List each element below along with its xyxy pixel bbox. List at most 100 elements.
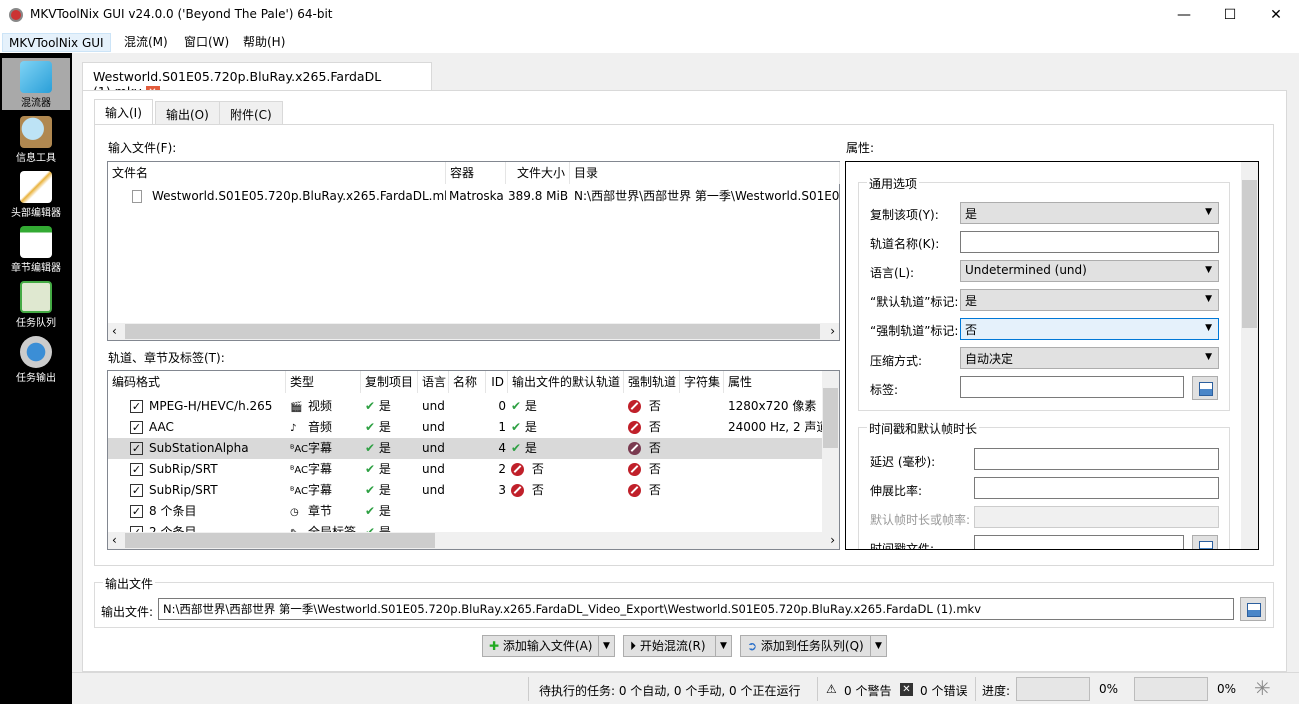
spinner-icon: ✳ bbox=[1254, 676, 1271, 700]
file-row[interactable]: Westworld.S01E05.720p.BluRay.x265.FardaD… bbox=[108, 186, 839, 207]
tags-input[interactable] bbox=[960, 376, 1184, 398]
start-mux-button[interactable]: ⏵ 开始混流(R) ▼ bbox=[623, 635, 732, 657]
column-header[interactable]: 强制轨道 bbox=[624, 371, 680, 393]
add-input-files-button[interactable]: ✚ 添加输入文件(A) ▼ bbox=[482, 635, 615, 657]
clipboard-check-icon bbox=[20, 281, 52, 313]
delay-input[interactable] bbox=[974, 448, 1219, 470]
tracks-list[interactable]: 编码格式 类型 复制项目 语言 名称 ID 输出文件的默认轨道 强制轨道 字符集 属性 ✓ MPEG… bbox=[107, 370, 840, 550]
horizontal-scrollbar[interactable]: ‹ › bbox=[108, 532, 839, 549]
menu-window[interactable]: 窗口(W) bbox=[178, 33, 235, 52]
tab-input[interactable]: 输入(I) bbox=[94, 99, 153, 125]
check-icon: ✔ bbox=[511, 399, 522, 413]
sidebar-item-header-editor[interactable]: 头部编辑器 bbox=[2, 168, 70, 220]
browse-output-button[interactable] bbox=[1240, 597, 1266, 621]
column-header[interactable]: 字符集 bbox=[680, 371, 724, 393]
tab-output[interactable]: 输出(O) bbox=[155, 101, 220, 125]
chevron-down-icon[interactable]: ▼ bbox=[598, 636, 614, 656]
track-checkbox[interactable]: ✓ bbox=[130, 400, 143, 413]
warnings-count[interactable]: 0 个警告 bbox=[844, 682, 891, 699]
language-select[interactable]: Undetermined (und) bbox=[960, 260, 1219, 282]
document-tab[interactable]: Westworld.S01E05.720p.BluRay.x265.FardaD… bbox=[82, 62, 432, 100]
window-title: MKVToolNix GUI v24.0.0 ('Beyond The Pale… bbox=[30, 7, 333, 21]
column-header[interactable]: 编码格式 bbox=[108, 371, 286, 393]
column-header[interactable]: 类型 bbox=[286, 371, 361, 393]
track-checkbox[interactable]: ✓ bbox=[130, 442, 143, 455]
default-duration-select[interactable] bbox=[974, 506, 1219, 528]
track-checkbox[interactable]: ✓ bbox=[130, 463, 143, 476]
default-track-select[interactable]: 是 bbox=[960, 289, 1219, 311]
stretch-input[interactable] bbox=[974, 477, 1219, 499]
column-header[interactable]: 输出文件的默认轨道 bbox=[508, 371, 624, 393]
no-icon bbox=[628, 484, 641, 497]
menu-bar: MKVToolNix GUI 混流(M) 窗口(W) 帮助(H) bbox=[0, 30, 1299, 53]
track-checkbox[interactable]: ✓ bbox=[130, 505, 143, 518]
close-button[interactable]: ✕ bbox=[1253, 0, 1299, 30]
track-checkbox[interactable]: ✓ bbox=[130, 484, 143, 497]
column-header[interactable]: 文件大小 bbox=[506, 162, 570, 184]
track-id bbox=[486, 501, 506, 522]
add-to-queue-button[interactable]: ➲ 添加到任务队列(Q) ▼ bbox=[740, 635, 887, 657]
column-header[interactable]: 属性 bbox=[724, 371, 824, 393]
column-header[interactable]: 复制项目 bbox=[361, 371, 418, 393]
track-type: 视频 bbox=[308, 399, 333, 413]
track-row[interactable]: ✓ SubStationAlpha ᴮAC字幕 ✔ 是 und 4 ✔ 是 否 bbox=[108, 438, 822, 459]
track-row[interactable]: ✓ 8 个条目 ◷ 章节 ✔ 是 bbox=[108, 501, 822, 522]
track-row[interactable]: ✓ SubRip/SRT ᴮAC字幕 ✔ 是 und 2 否 否 bbox=[108, 459, 822, 480]
properties-scrollbar[interactable] bbox=[1241, 162, 1258, 549]
track-type: 字幕 bbox=[308, 483, 333, 497]
tab-attachments[interactable]: 附件(C) bbox=[219, 101, 283, 125]
column-header[interactable]: 文件名 bbox=[108, 162, 446, 184]
errors-count[interactable]: 0 个错误 bbox=[920, 682, 967, 699]
track-codec: SubRip/SRT bbox=[149, 462, 218, 476]
compression-label: 压缩方式: bbox=[870, 354, 923, 368]
track-row[interactable]: ✓ SubRip/SRT ᴮAC字幕 ✔ 是 und 3 否 否 bbox=[108, 480, 822, 501]
vertical-scrollbar[interactable] bbox=[822, 371, 839, 533]
file-container: Matroska bbox=[449, 189, 504, 203]
track-checkbox[interactable]: ✓ bbox=[130, 421, 143, 434]
track-codec: 8 个条目 bbox=[149, 504, 197, 518]
copy-item-select[interactable]: 是 bbox=[960, 202, 1219, 224]
current-progress-text: 0% bbox=[1099, 682, 1119, 696]
track-name-input[interactable] bbox=[960, 231, 1219, 253]
column-header[interactable]: ID bbox=[486, 371, 508, 393]
input-files-list[interactable]: 文件名 容器 文件大小 目录 Westworld.S01E05.720p.Blu… bbox=[107, 161, 840, 341]
language-label: 语言(L): bbox=[870, 266, 915, 280]
track-row[interactable]: ✓ MPEG-H/HEVC/h.265 🎬 视频 ✔ 是 und 0 ✔ 是 否 1280x72… bbox=[108, 396, 822, 417]
chevron-down-icon[interactable]: ▼ bbox=[870, 636, 886, 656]
menu-mux[interactable]: 混流(M) bbox=[118, 33, 174, 52]
tags-label: 标签: bbox=[870, 383, 899, 397]
menu-help[interactable]: 帮助(H) bbox=[237, 33, 291, 52]
track-copy: 是 bbox=[378, 441, 391, 455]
track-default: 是 bbox=[524, 420, 537, 434]
track-row[interactable]: ✓ AAC ♪ 音频 ✔ 是 und 1 ✔ 是 否 24000 Hz, 2 声道 bbox=[108, 417, 824, 438]
forced-track-select[interactable]: 否 bbox=[960, 318, 1219, 340]
column-header[interactable]: 容器 bbox=[446, 162, 506, 184]
sidebar-item-merge[interactable]: 混流器 bbox=[2, 58, 70, 110]
browse-tags-button[interactable] bbox=[1192, 376, 1218, 400]
column-header[interactable]: 语言 bbox=[418, 371, 449, 393]
sidebar-item-info[interactable]: 信息工具 bbox=[2, 113, 70, 165]
button-label: 添加到任务队列(Q) bbox=[760, 639, 864, 653]
browse-timestamps-button[interactable] bbox=[1192, 535, 1218, 549]
column-header[interactable]: 目录 bbox=[570, 162, 840, 184]
menu-mkvtoolnix[interactable]: MKVToolNix GUI bbox=[2, 33, 111, 52]
notepad-icon bbox=[20, 226, 52, 258]
column-header[interactable]: 名称 bbox=[449, 371, 486, 393]
chevron-down-icon[interactable]: ▼ bbox=[715, 636, 731, 656]
sidebar-item-chapter-editor[interactable]: 章节编辑器 bbox=[2, 223, 70, 275]
total-progress-text: 0% bbox=[1217, 682, 1237, 696]
timestamps-file-input[interactable] bbox=[974, 535, 1184, 549]
minimize-button[interactable]: — bbox=[1161, 0, 1207, 30]
check-icon: ✔ bbox=[511, 420, 522, 434]
compression-select[interactable]: 自动决定 bbox=[960, 347, 1219, 369]
file-directory: N:\西部世界\西部世界 第一季\Westworld.S01E0 bbox=[574, 189, 839, 203]
maximize-button[interactable]: ☐ bbox=[1207, 0, 1253, 30]
input-files-label: 输入文件(F): bbox=[108, 141, 177, 155]
sidebar-item-job-output[interactable]: 任务输出 bbox=[2, 333, 70, 385]
sidebar-item-job-queue[interactable]: 任务队列 bbox=[2, 278, 70, 330]
track-id: 4 bbox=[498, 441, 506, 455]
horizontal-scrollbar[interactable]: ‹ › bbox=[108, 323, 839, 340]
track-properties: 1280x720 像素 bbox=[728, 399, 817, 413]
button-label: 开始混流(R) bbox=[639, 639, 706, 653]
output-file-input[interactable]: N:\西部世界\西部世界 第一季\Westworld.S01E05.720p.B… bbox=[158, 598, 1234, 620]
